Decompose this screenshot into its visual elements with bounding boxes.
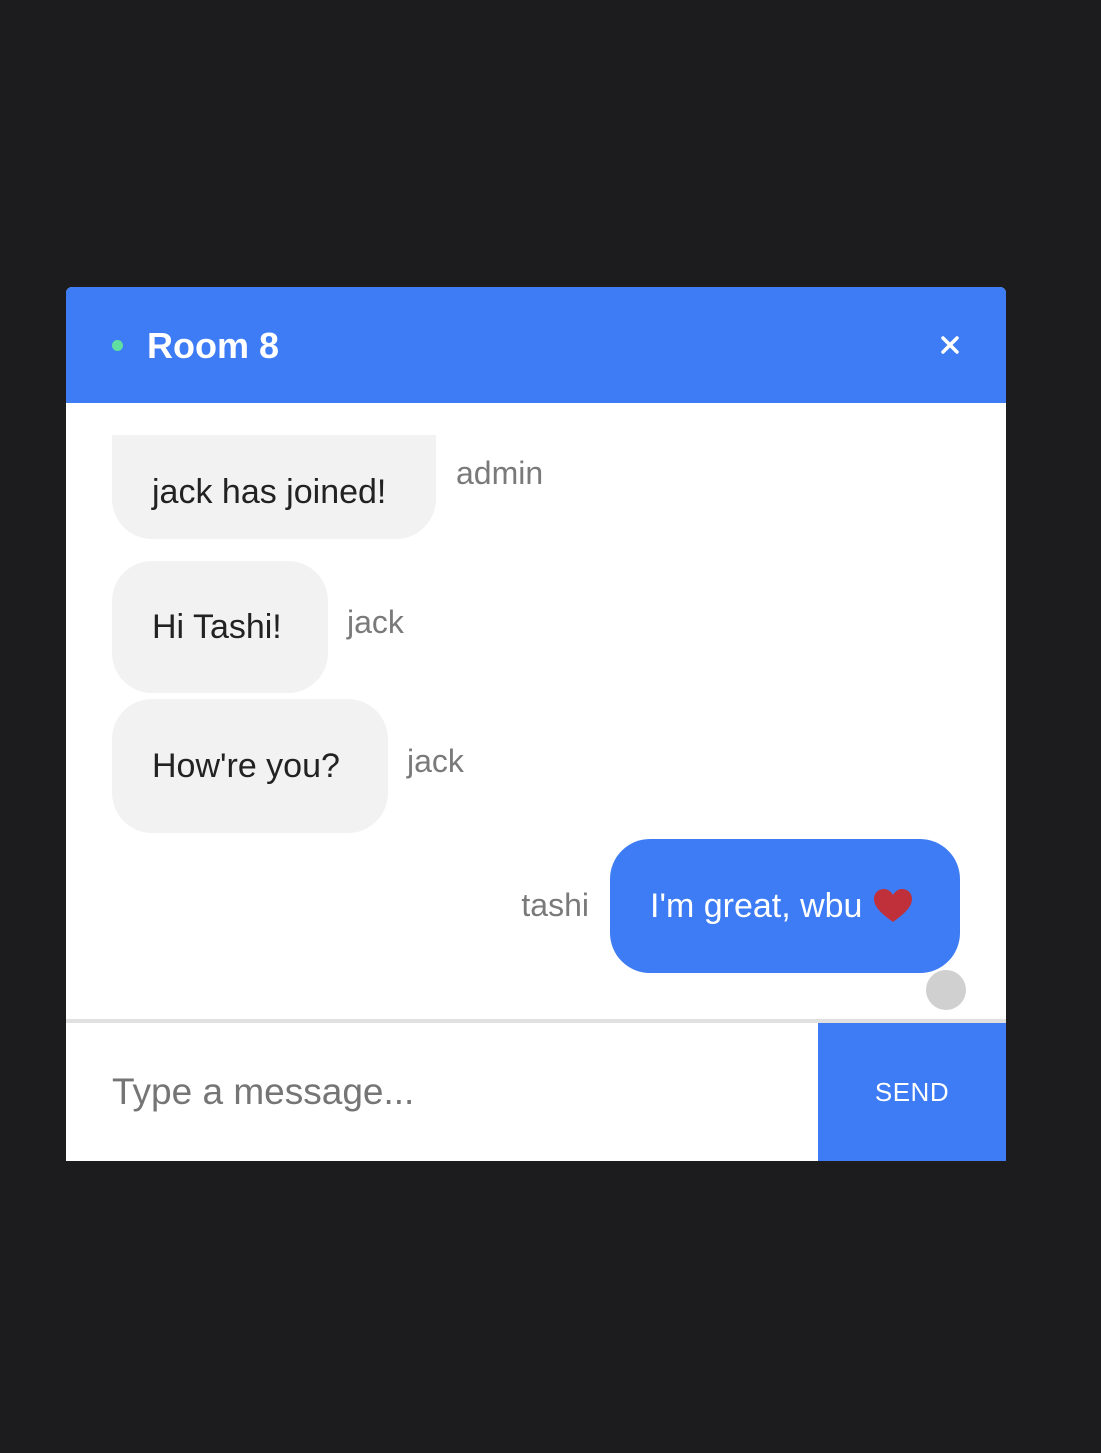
chat-header: Room 8 xyxy=(66,287,1006,403)
message-row: Hi Tashi! jack xyxy=(112,561,404,693)
read-receipt-avatar xyxy=(926,970,966,1010)
room-title: Room 8 xyxy=(147,325,280,366)
message-sender: jack xyxy=(407,743,464,779)
message-row: How're you? jack xyxy=(112,699,464,833)
online-status-dot xyxy=(112,340,123,351)
message-row: jack has joined! admin xyxy=(112,435,543,539)
message-list[interactable]: jack has joined! admin Hi Tashi! jack Ho… xyxy=(66,403,1006,1019)
message-text: I'm great, wbu xyxy=(650,887,863,925)
message-bubble: How're you? xyxy=(112,699,388,833)
message-sender: tashi xyxy=(521,887,589,923)
message-input[interactable] xyxy=(66,1023,818,1161)
close-icon xyxy=(941,336,959,354)
message-bubble: jack has joined! xyxy=(112,435,436,539)
message-bubble-own: I'm great, wbu xyxy=(610,839,960,973)
heart-icon xyxy=(874,889,913,923)
send-button[interactable]: SEND xyxy=(818,1023,1006,1161)
close-button[interactable] xyxy=(932,327,968,363)
message-row-own: tashi I'm great, wbu xyxy=(521,839,960,973)
message-sender: jack xyxy=(347,604,404,640)
chat-window: Room 8 jack has joined! admin Hi Tashi! … xyxy=(66,287,1006,1161)
message-sender: admin xyxy=(456,455,544,491)
message-bubble: Hi Tashi! xyxy=(112,561,328,693)
message-composer: SEND xyxy=(66,1023,1006,1161)
